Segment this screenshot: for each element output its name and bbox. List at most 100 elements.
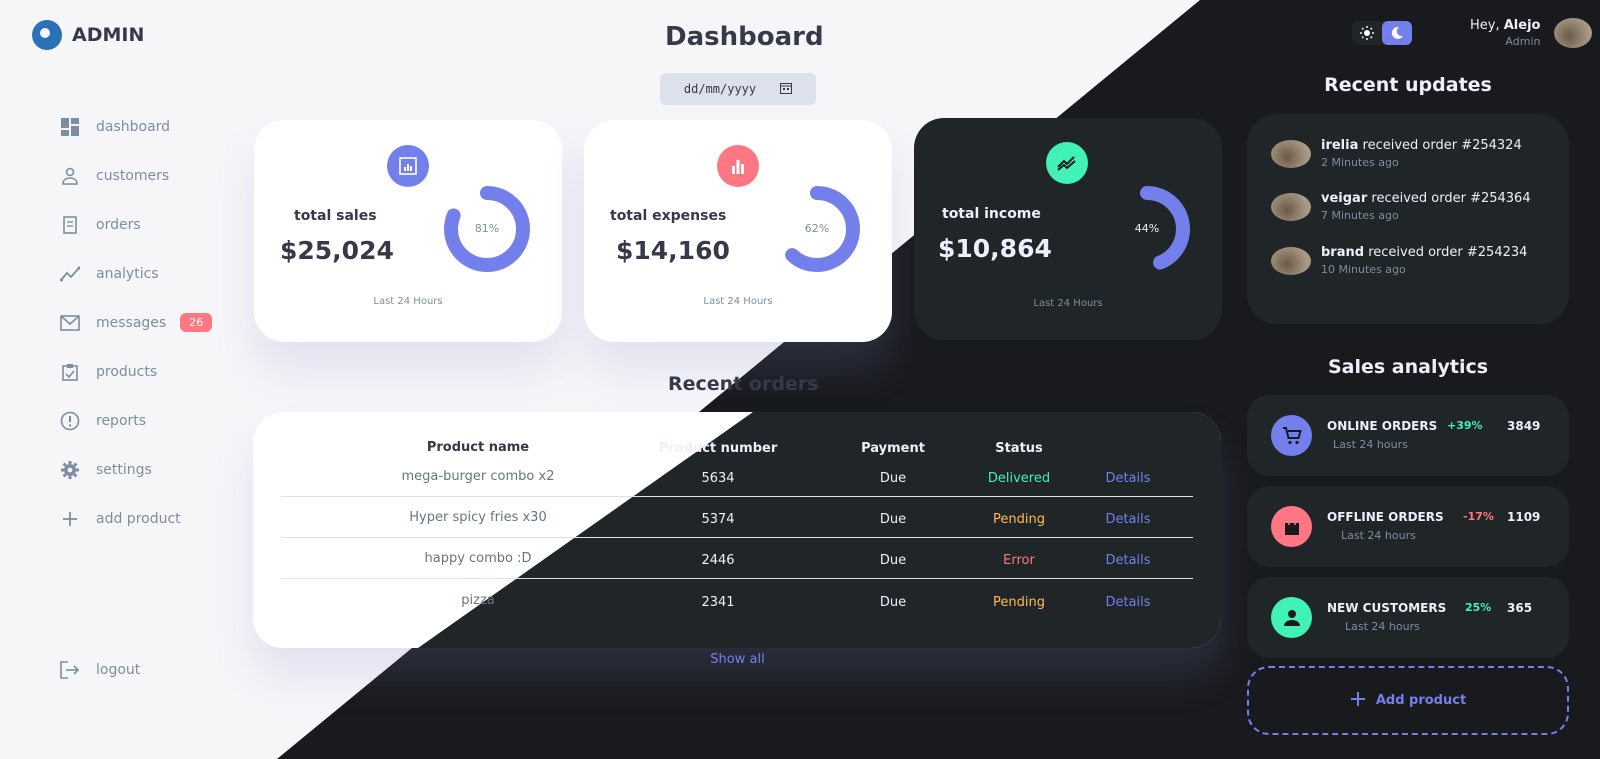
updates-title: Recent updates	[1324, 74, 1492, 96]
insights-icon	[60, 264, 80, 284]
details-link[interactable]: Details	[1093, 512, 1163, 527]
status: Error	[1003, 553, 1035, 568]
avatar	[1271, 193, 1311, 221]
card-footer: Last 24 Hours	[703, 296, 773, 307]
status: Pending	[993, 595, 1045, 610]
analytics-new-customers[interactable]: NEW CUSTOMERS Last 24 hours 25% 365	[1247, 577, 1569, 658]
gear-icon	[60, 460, 80, 480]
total-income-card: total income $10,864 44% Last 24 Hours	[914, 118, 1222, 340]
product-number: 2341	[701, 595, 735, 610]
row-divider	[281, 496, 1193, 497]
row-divider	[281, 578, 1193, 579]
grid-icon	[60, 117, 80, 137]
sidebar-item-customers[interactable]: customers	[60, 151, 220, 200]
receipt-icon	[60, 215, 80, 235]
analytics-number: 1109	[1507, 510, 1541, 524]
sidebar-item-label: analytics	[96, 265, 159, 282]
update-text: received order #254234	[1368, 245, 1528, 260]
avatar	[1271, 140, 1311, 168]
analytics-number: 3849	[1507, 419, 1541, 433]
top-bar: Hey, Alejo Admin	[1352, 18, 1593, 48]
progress-donut: 81%	[444, 186, 530, 272]
update-item: irelia received order #254324 2 Minutes …	[1271, 138, 1522, 169]
sidebar-nav: dashboard customers orders analytics mes…	[60, 102, 220, 543]
analytics-sub: Last 24 hours	[1345, 620, 1420, 633]
details-link[interactable]: Details	[1093, 553, 1163, 568]
analytics-percent: -17%	[1463, 510, 1494, 523]
sidebar-item-orders[interactable]: orders	[60, 200, 220, 249]
sidebar-item-label: reports	[96, 412, 147, 429]
sidebar-item-label: messages	[96, 314, 167, 331]
updates-panel: irelia received order #254324 2 Minutes …	[1247, 114, 1569, 324]
add-product-button[interactable]: Add product	[1247, 666, 1569, 735]
sidebar-item-label: orders	[96, 216, 141, 233]
total-expenses-card: total expenses $14,160 62% Last 24 Hours	[584, 120, 892, 342]
product-name: happy combo :D	[424, 551, 532, 566]
bar-chart-icon	[387, 145, 429, 187]
sidebar-item-analytics[interactable]: analytics	[60, 249, 220, 298]
update-user: brand	[1321, 245, 1365, 260]
update-time: 10 Minutes ago	[1321, 263, 1406, 276]
avatar[interactable]	[1554, 18, 1593, 48]
card-value: $14,160	[616, 236, 730, 265]
moon-icon[interactable]	[1382, 21, 1412, 45]
update-user: veigar	[1321, 191, 1368, 206]
sidebar-item-settings[interactable]: settings	[60, 445, 220, 494]
sun-icon[interactable]	[1352, 21, 1382, 45]
bar-chart-icon	[717, 145, 759, 187]
analytics-sub: Last 24 hours	[1333, 438, 1408, 451]
status: Delivered	[987, 471, 1051, 486]
column-header: Payment	[861, 441, 925, 456]
card-label: total income	[942, 206, 1041, 222]
clipboard-icon	[60, 362, 80, 382]
sidebar-item-products[interactable]: products	[60, 347, 220, 396]
orders-table: Product name Product number Payment Stat…	[253, 412, 1221, 648]
calendar-icon[interactable]	[780, 82, 793, 97]
update-user: irelia	[1321, 138, 1359, 153]
analytics-sub: Last 24 hours	[1341, 529, 1416, 542]
product-number: 5634	[701, 471, 735, 486]
sidebar-item-dashboard[interactable]: dashboard	[60, 102, 220, 151]
show-all-link[interactable]: Show all	[700, 652, 775, 667]
plus-icon	[1350, 691, 1366, 711]
mail-icon	[60, 313, 80, 333]
analytics-number: 365	[1507, 601, 1533, 615]
logout-button[interactable]: logout	[60, 660, 140, 680]
card-footer: Last 24 Hours	[373, 296, 443, 307]
date-input[interactable]: dd/mm/yyyy	[660, 73, 816, 105]
logo[interactable]: ADMIN	[32, 20, 144, 50]
analytics-offline-orders[interactable]: OFFLINE ORDERS Last 24 hours -17% 1109	[1247, 486, 1569, 567]
payment: Due	[879, 512, 907, 527]
card-label: total sales	[294, 208, 377, 224]
add-product-label: Add product	[1375, 693, 1467, 708]
page-title: Dashboard	[665, 22, 824, 52]
analytics-percent: 25%	[1465, 601, 1492, 614]
card-footer: Last 24 Hours	[1033, 298, 1103, 309]
theme-toggle[interactable]	[1352, 21, 1412, 45]
profile-role: Admin	[1505, 35, 1541, 48]
orders-title: Recent orders	[668, 373, 819, 395]
update-time: 2 Minutes ago	[1321, 156, 1399, 169]
sidebar-item-reports[interactable]: reports	[60, 396, 220, 445]
bag-icon	[1271, 506, 1312, 547]
payment: Due	[879, 595, 907, 610]
analytics-online-orders[interactable]: ONLINE ORDERS Last 24 hours +39% 3849	[1247, 395, 1569, 476]
sidebar-item-add-product[interactable]: add product	[60, 494, 220, 543]
analytics-title-text: OFFLINE ORDERS	[1327, 510, 1444, 524]
payment: Due	[879, 471, 907, 486]
details-link[interactable]: Details	[1093, 471, 1163, 486]
avatar	[1271, 247, 1311, 275]
sidebar-item-messages[interactable]: messages 26	[60, 298, 220, 347]
status: Pending	[993, 512, 1045, 527]
sidebar-item-label: dashboard	[96, 118, 171, 135]
alert-icon	[60, 411, 80, 431]
logout-label: logout	[96, 662, 141, 678]
analytics-title-text: NEW CUSTOMERS	[1327, 601, 1447, 615]
greeting: Hey,	[1470, 18, 1500, 33]
column-header: Product number	[658, 441, 778, 456]
column-header: Status	[995, 441, 1043, 456]
person-icon	[1271, 597, 1312, 638]
donut-percent: 44%	[1134, 222, 1160, 235]
payment: Due	[879, 553, 907, 568]
details-link[interactable]: Details	[1093, 595, 1163, 610]
